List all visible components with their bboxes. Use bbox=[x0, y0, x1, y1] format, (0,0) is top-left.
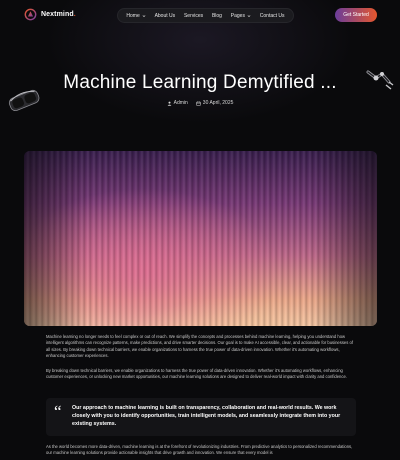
article-hero-image bbox=[24, 151, 377, 326]
get-started-button[interactable]: Get Started bbox=[335, 8, 377, 22]
article-paragraph: As the world becomes more data-driven, m… bbox=[46, 444, 353, 456]
article-blockquote: “ Our approach to machine learning is bu… bbox=[46, 398, 356, 436]
author-meta[interactable]: Admin bbox=[167, 100, 188, 106]
quote-icon: “ bbox=[54, 402, 62, 421]
date-meta: 30 April, 2025 bbox=[196, 100, 234, 106]
quote-text: Our approach to machine learning is buil… bbox=[72, 405, 341, 428]
author-name: Admin bbox=[173, 100, 188, 106]
nav-item-services[interactable]: Services bbox=[184, 13, 203, 19]
logo-mark-icon bbox=[24, 8, 37, 21]
article-title: Machine Learning Demytified ... bbox=[63, 72, 337, 93]
calendar-icon bbox=[196, 101, 201, 106]
nav-item-about[interactable]: About Us bbox=[155, 13, 176, 19]
nav-item-contact[interactable]: Contact Us bbox=[260, 13, 285, 19]
page: Nextmind. Home About Us Services Blog Pa… bbox=[0, 0, 400, 460]
user-icon bbox=[167, 101, 172, 106]
site-header: Nextmind. Home About Us Services Blog Pa… bbox=[0, 0, 400, 30]
nav-item-blog[interactable]: Blog bbox=[212, 13, 222, 19]
nav-item-pages[interactable]: Pages bbox=[231, 13, 251, 19]
brand-logo[interactable]: Nextmind. bbox=[24, 8, 76, 21]
article-paragraph: By breaking down technical barriers, we … bbox=[46, 368, 347, 380]
brand-name: Nextmind. bbox=[41, 11, 76, 18]
nav-item-home[interactable]: Home bbox=[126, 13, 146, 19]
publish-date: 30 April, 2025 bbox=[202, 100, 234, 106]
article-paragraph: Machine learning no longer needs to feel… bbox=[46, 334, 354, 359]
main-nav: Home About Us Services Blog Pages Contac… bbox=[117, 8, 294, 23]
chevron-down-icon bbox=[142, 14, 146, 17]
chevron-down-icon bbox=[247, 14, 251, 17]
article-meta: Admin 30 April, 2025 bbox=[0, 100, 400, 106]
